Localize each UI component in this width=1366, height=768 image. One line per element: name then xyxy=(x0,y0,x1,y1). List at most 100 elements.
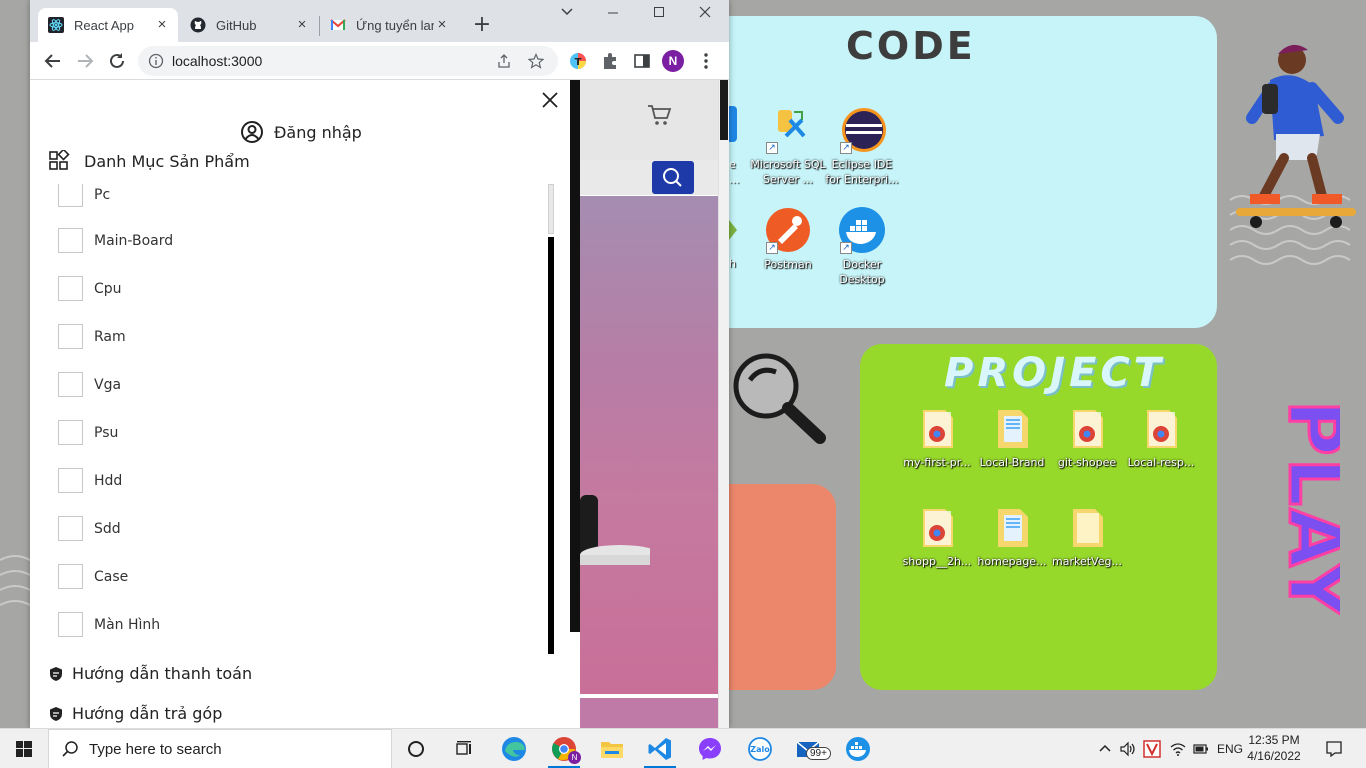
desktop-icon-git-shopee[interactable]: git-shopee xyxy=(1048,404,1126,470)
folder-icon xyxy=(1063,503,1111,551)
checkbox[interactable] xyxy=(58,372,83,397)
search-button[interactable] xyxy=(652,161,694,194)
tab-close-icon[interactable]: × xyxy=(434,17,450,33)
partial-label-2: ... xyxy=(729,173,740,186)
desktop-icon-my-first-pr[interactable]: my-first-pr... xyxy=(898,404,976,470)
checkbox[interactable] xyxy=(58,184,83,207)
desktop-icon-homepage[interactable]: homepage... xyxy=(973,503,1051,569)
address-bar[interactable]: localhost:3000 xyxy=(138,46,558,76)
partial-icon-1[interactable] xyxy=(729,106,737,142)
category-item-case[interactable]: Case xyxy=(58,564,128,589)
back-button[interactable] xyxy=(42,50,64,72)
magnifier-illustration xyxy=(733,353,826,444)
tray-volume[interactable] xyxy=(1116,729,1140,768)
menu-kebab-icon[interactable] xyxy=(696,51,716,71)
bookmark-star-icon[interactable] xyxy=(528,53,544,69)
taskbar-edge[interactable] xyxy=(490,729,538,768)
category-item-hdd[interactable]: Hdd xyxy=(58,468,122,493)
forward-button[interactable] xyxy=(74,50,96,72)
checkbox[interactable] xyxy=(58,564,83,589)
cart-icon[interactable] xyxy=(646,102,672,132)
wifi-icon xyxy=(1170,743,1186,756)
desktop-icon-local-brand[interactable]: Local-Brand xyxy=(973,404,1051,470)
tray-battery[interactable] xyxy=(1190,729,1212,768)
desktop-icon-postman[interactable]: ↗ Postman xyxy=(749,206,827,272)
new-tab-button[interactable]: + xyxy=(470,14,494,38)
close-icon xyxy=(542,92,558,108)
page-search-bar[interactable] xyxy=(570,160,729,195)
notification-center[interactable] xyxy=(1318,729,1350,768)
checkbox[interactable] xyxy=(58,228,83,253)
checkbox[interactable] xyxy=(58,516,83,541)
category-item-cpu[interactable]: Cpu xyxy=(58,276,122,301)
taskbar-search[interactable]: Type here to search xyxy=(48,729,392,768)
tab-react-app[interactable]: React App × xyxy=(38,8,178,42)
category-item-pc[interactable]: Pc xyxy=(58,184,110,207)
desktop-icon-shopp-2h[interactable]: shopp__2h... xyxy=(898,503,976,569)
user-circle-icon xyxy=(241,121,263,143)
project-title: PROJECT xyxy=(944,350,1165,396)
maximize-button[interactable] xyxy=(644,4,674,26)
browser-toolbar: localhost:3000 T N xyxy=(30,42,729,80)
chrome-html-file-icon xyxy=(1137,404,1185,452)
taskbar-docker[interactable] xyxy=(834,729,882,768)
minimize-button[interactable] xyxy=(598,4,628,26)
tray-network[interactable] xyxy=(1166,729,1190,768)
taskbar-vscode[interactable] xyxy=(636,729,684,768)
react-icon xyxy=(48,17,64,33)
notification-icon xyxy=(1326,741,1342,758)
taskbar-zalo[interactable]: Zalo xyxy=(736,729,784,768)
category-item-sdd[interactable]: Sdd xyxy=(58,516,121,541)
checkbox[interactable] xyxy=(58,324,83,349)
start-button[interactable] xyxy=(0,729,48,768)
payment-guide-link[interactable]: Hướng dẫn thanh toán xyxy=(48,664,252,683)
checkbox[interactable] xyxy=(58,276,83,301)
desktop-icon-sql-server[interactable]: ↗ Microsoft SQL Server ... xyxy=(749,106,827,187)
taskbar-messenger[interactable] xyxy=(686,729,734,768)
chrome-html-file-icon xyxy=(913,404,961,452)
taskbar-chrome[interactable]: N xyxy=(540,729,588,768)
side-panel-icon[interactable] xyxy=(632,51,652,71)
page-scrollbar-thumb[interactable] xyxy=(720,80,728,140)
checkbox[interactable] xyxy=(58,612,83,637)
clock[interactable]: 12:35 PM 4/16/2022 xyxy=(1238,732,1310,764)
category-item-vga[interactable]: Vga xyxy=(58,372,121,397)
tab-gmail[interactable]: Ứng tuyển lan × xyxy=(320,8,458,42)
cortana-button[interactable] xyxy=(392,729,440,768)
share-icon[interactable] xyxy=(496,53,512,69)
page-scrollbar[interactable] xyxy=(718,80,729,728)
checkbox[interactable] xyxy=(58,420,83,445)
task-view-button[interactable] xyxy=(440,729,488,768)
partial-label-3: h xyxy=(729,257,736,270)
close-window-button[interactable] xyxy=(690,4,720,26)
tray-show-hidden[interactable] xyxy=(1094,729,1116,768)
promo-banner[interactable] xyxy=(580,196,718,694)
docker-icon: ↗ xyxy=(838,206,886,254)
tray-v-app[interactable] xyxy=(1140,729,1164,768)
profile-avatar[interactable]: N xyxy=(662,50,684,72)
extensions-puzzle-icon[interactable] xyxy=(600,51,620,71)
tab-search-button[interactable] xyxy=(552,4,582,26)
desktop-icon-marketveg[interactable]: marketVeg... xyxy=(1048,503,1126,569)
tab-close-icon[interactable]: × xyxy=(294,17,310,33)
installment-guide-link[interactable]: Hướng dẫn trả góp xyxy=(48,704,222,723)
drawer-close-button[interactable] xyxy=(540,90,560,110)
desktop-icon-docker[interactable]: ↗ Docker Desktop xyxy=(823,206,901,287)
category-item-psu[interactable]: Psu xyxy=(58,420,118,445)
reload-button[interactable] xyxy=(106,50,128,72)
tab-github[interactable]: GitHub × xyxy=(180,8,318,42)
drawer-scrollbar-thumb[interactable] xyxy=(548,237,554,654)
drawer-scrollbar-track[interactable] xyxy=(548,184,554,234)
category-item-main-board[interactable]: Main-Board xyxy=(58,228,173,253)
category-item-man-hinh[interactable]: Màn Hình xyxy=(58,612,160,637)
category-header[interactable]: Danh Mục Sản Phẩm xyxy=(48,150,250,172)
category-item-ram[interactable]: Ram xyxy=(58,324,126,349)
extension-t-icon[interactable]: T xyxy=(568,51,588,71)
taskbar-file-explorer[interactable] xyxy=(588,729,636,768)
checkbox[interactable] xyxy=(58,468,83,493)
desktop-icon-local-resp[interactable]: Local-resp... xyxy=(1122,404,1200,470)
desktop-icon-eclipse[interactable]: ↗ Eclipse IDE for Enterpri... xyxy=(823,106,901,187)
gmail-icon xyxy=(330,17,346,33)
login-link[interactable]: Đăng nhập xyxy=(240,120,362,144)
tab-close-icon[interactable]: × xyxy=(154,17,170,33)
